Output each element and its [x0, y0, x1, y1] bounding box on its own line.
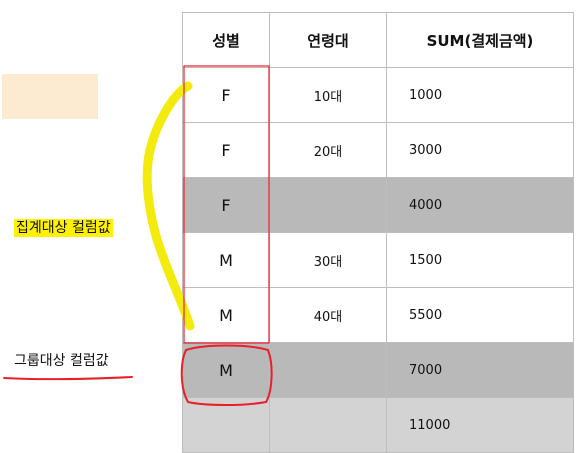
cell-sum: 4000: [386, 177, 574, 233]
cell-age: 40대: [269, 287, 387, 343]
cell-sum: 1000: [386, 67, 574, 123]
cell-sum: 5500: [386, 287, 574, 343]
table-header-row: 성별 연령대 SUM(결제금액): [182, 12, 574, 68]
header-sum-payment: SUM(결제금액): [386, 12, 574, 68]
cell-gender: M: [182, 342, 270, 398]
cell-age: 10대: [269, 67, 387, 123]
cell-age: 20대: [269, 122, 387, 178]
cell-sum: 1500: [386, 232, 574, 288]
table-row: F 20대 3000: [182, 122, 574, 178]
sticky-note: [2, 74, 98, 119]
cell-age: [269, 397, 387, 453]
cell-gender: F: [182, 177, 270, 233]
cell-age: [269, 342, 387, 398]
rollup-result-table: 성별 연령대 SUM(결제금액) F 10대 1000 F 20대 3000 F…: [182, 12, 574, 453]
table-row: M 40대 5500: [182, 287, 574, 343]
cell-gender: [182, 397, 270, 453]
slide-canvas: 집계대상 컬럼값 그룹대상 컬럼값 성별 연령대 SUM(결제금액) F 10대…: [0, 0, 579, 453]
table-row: M 30대 1500: [182, 232, 574, 288]
subtotal-row: M 7000: [182, 342, 574, 398]
cell-gender: F: [182, 67, 270, 123]
table-row: F 10대 1000: [182, 67, 574, 123]
cell-age: [269, 177, 387, 233]
cell-sum: 11000: [386, 397, 574, 453]
grand-total-row: 11000: [182, 397, 574, 453]
subtotal-row: F 4000: [182, 177, 574, 233]
cell-gender: M: [182, 232, 270, 288]
group-target-label: 그룹대상 컬럼값: [14, 353, 109, 369]
cell-age: 30대: [269, 232, 387, 288]
header-gender: 성별: [182, 12, 270, 68]
cell-sum: 7000: [386, 342, 574, 398]
cell-gender: M: [182, 287, 270, 343]
cell-gender: F: [182, 122, 270, 178]
cell-sum: 3000: [386, 122, 574, 178]
header-age-group: 연령대: [269, 12, 387, 68]
group-label-underline: [3, 376, 133, 381]
aggregate-target-label: 집계대상 컬럼값: [14, 219, 113, 237]
